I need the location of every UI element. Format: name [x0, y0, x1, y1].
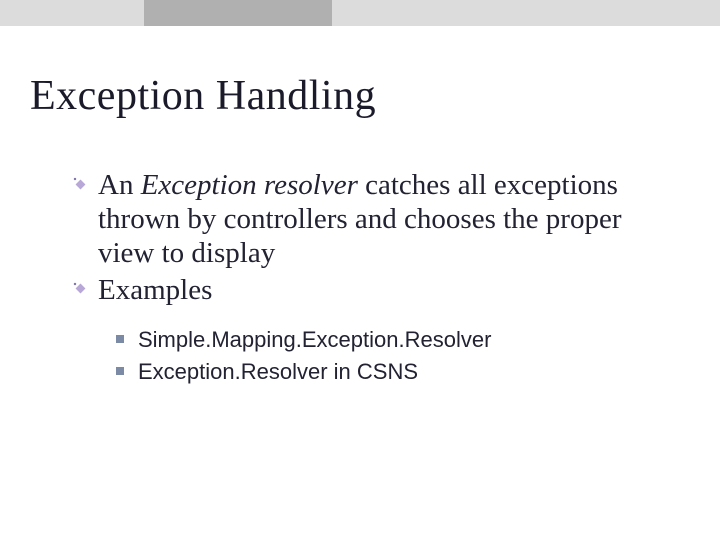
square-bullet-icon — [116, 335, 124, 343]
slide: Exception Handling An Exception resolver… — [0, 0, 720, 540]
diamond-bullet-icon — [74, 283, 86, 295]
bullet-level2: Exception.Resolver in CSNS — [138, 357, 680, 387]
slide-body: An Exception resolver catches all except… — [98, 168, 680, 388]
topbar-shadow — [0, 0, 720, 26]
subbullet-text: Simple.Mapping.Exception.Resolver — [138, 327, 491, 352]
subbullet-group: Simple.Mapping.Exception.Resolver Except… — [138, 325, 680, 386]
bullet-text: Examples — [98, 274, 212, 306]
bullet-level2: Simple.Mapping.Exception.Resolver — [138, 325, 680, 355]
slide-title: Exception Handling — [30, 72, 376, 120]
topbar-accent — [144, 0, 332, 26]
bullet-level1: An Exception resolver catches all except… — [98, 168, 680, 271]
bullet-text-italic: Exception resolver — [141, 169, 365, 201]
square-bullet-icon — [116, 367, 124, 375]
bullet-level1: Examples — [98, 273, 680, 307]
bullet-text-pre: An — [98, 169, 141, 201]
diamond-bullet-icon — [74, 178, 86, 190]
subbullet-text: Exception.Resolver in CSNS — [138, 359, 418, 384]
